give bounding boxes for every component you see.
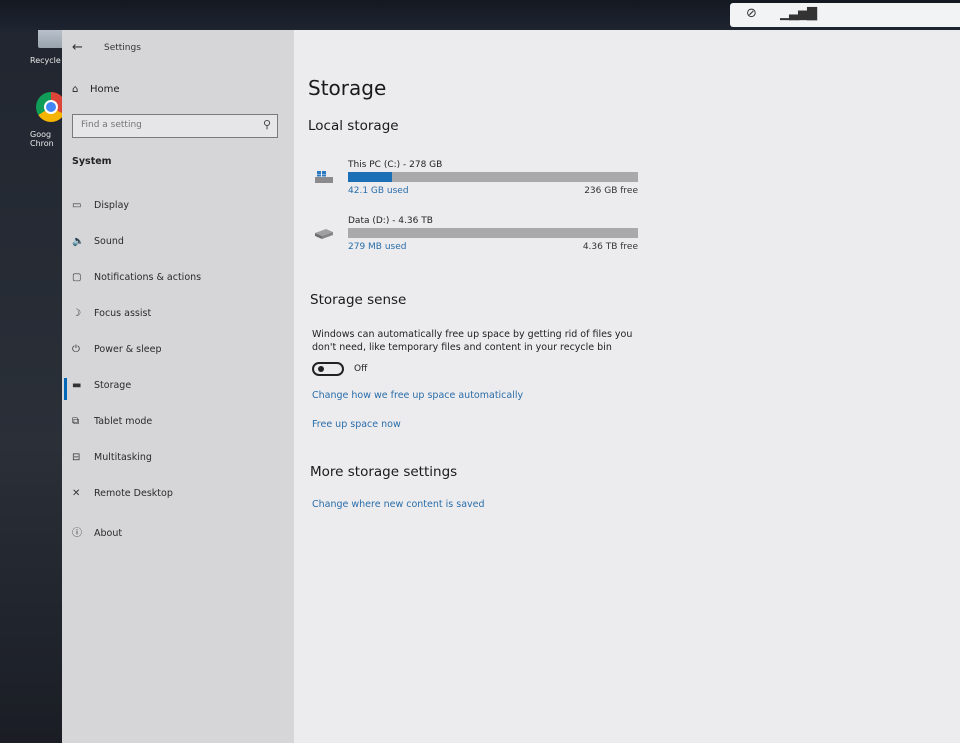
usage-bar — [348, 172, 638, 182]
nav-item-label: Notifications & actions — [94, 272, 202, 283]
nav-section-title: System — [72, 156, 112, 167]
window-title: Settings — [104, 43, 141, 53]
windows-drive-icon — [315, 171, 333, 183]
nav-item-label: Tablet mode — [94, 416, 153, 427]
nav-item-label: About — [94, 528, 123, 539]
nav-item-tablet-mode[interactable]: ⧉ Tablet mode — [72, 416, 282, 436]
home-icon: ⌂ — [72, 84, 79, 95]
storage-sense-toggle[interactable] — [312, 362, 344, 376]
free-up-space-now-link[interactable]: Free up space now — [312, 419, 401, 430]
nav-item-label: Display — [94, 200, 130, 211]
nav-item-remote-desktop[interactable]: ✕ Remote Desktop — [72, 488, 282, 508]
search-box[interactable]: ⚲ — [72, 114, 278, 138]
drive-icon — [315, 229, 333, 239]
drive-used: 279 MB used — [348, 242, 407, 252]
nav-item-storage[interactable]: ▬ Storage — [72, 380, 282, 400]
back-arrow-icon[interactable]: ← — [72, 40, 83, 55]
display-icon: ▭ — [72, 200, 82, 211]
remote-desktop-icon: ✕ — [72, 488, 81, 499]
search-icon[interactable]: ⚲ — [263, 118, 271, 131]
nav-item-sound[interactable]: 🔈 Sound — [72, 236, 282, 256]
system-tray: ⊘ ▁▃▅▇ — [730, 3, 960, 27]
desktop: Recycle Goog Chron — [0, 0, 66, 743]
nav-item-label: Multitasking — [94, 452, 152, 463]
top-bar: ⊘ ▁▃▅▇ — [0, 0, 960, 30]
selected-indicator — [64, 378, 67, 400]
nav-item-label: Sound — [94, 236, 124, 247]
multitasking-icon: ⊟ — [72, 452, 81, 463]
power-icon: ⏻ — [72, 344, 80, 355]
drive-name: Data (D:) - 4.36 TB — [348, 216, 433, 226]
usage-bar-fill — [348, 172, 392, 182]
tablet-mode-icon: ⧉ — [72, 416, 80, 427]
storage-sense-heading: Storage sense — [310, 292, 407, 308]
drive-free: 236 GB free — [584, 186, 638, 196]
change-new-content-location-link[interactable]: Change where new content is saved — [312, 499, 485, 510]
info-icon: ⓘ — [72, 528, 82, 539]
usage-bar — [348, 228, 638, 238]
nav-item-label: Remote Desktop — [94, 488, 173, 499]
nav-item-display[interactable]: ▭ Display — [72, 200, 282, 220]
nav-item-focus-assist[interactable]: ☽ Focus assist — [72, 308, 282, 328]
more-storage-heading: More storage settings — [310, 464, 458, 480]
drive-d[interactable]: Data (D:) - 4.36 TB 279 MB used 4.36 TB … — [308, 216, 648, 266]
home-label: Home — [90, 84, 120, 95]
drive-free: 4.36 TB free — [582, 242, 638, 252]
signal-bars-icon[interactable]: ▁▃▅▇ — [780, 6, 817, 21]
toggle-knob — [318, 366, 324, 372]
toggle-state-label: Off — [354, 364, 368, 374]
notifications-icon: ▢ — [72, 272, 82, 283]
change-free-up-space-link[interactable]: Change how we free up space automaticall… — [312, 390, 523, 401]
sound-icon: 🔈 — [72, 236, 85, 247]
nav-item-label: Power & sleep — [94, 344, 162, 355]
search-input[interactable] — [81, 120, 251, 130]
nav-item-notifications[interactable]: ▢ Notifications & actions — [72, 272, 282, 292]
nav-item-label: Storage — [94, 380, 132, 391]
nav-item-power-sleep[interactable]: ⏻ Power & sleep — [72, 344, 282, 364]
drive-name: This PC (C:) - 278 GB — [348, 160, 443, 170]
focus-assist-icon: ☽ — [72, 308, 81, 319]
settings-window: ← Settings ⌂ Home ⚲ System ▭ Display 🔈 Soun… — [62, 30, 960, 743]
nav-item-label: Focus assist — [94, 308, 152, 319]
network-disconnected-icon[interactable]: ⊘ — [746, 6, 757, 21]
storage-icon: ▬ — [72, 380, 82, 391]
storage-sense-description: Windows can automatically free up space … — [312, 329, 633, 353]
page-title: Storage — [308, 76, 387, 100]
nav-item-about[interactable]: ⓘ About — [72, 524, 282, 544]
nav-home[interactable]: ⌂ Home — [72, 84, 120, 95]
nav-item-multitasking[interactable]: ⊟ Multitasking — [72, 452, 282, 472]
local-storage-heading: Local storage — [308, 118, 399, 134]
drive-used: 42.1 GB used — [348, 186, 409, 196]
drive-c[interactable]: This PC (C:) - 278 GB 42.1 GB used 236 G… — [308, 160, 648, 210]
settings-nav: ← Settings ⌂ Home ⚲ System ▭ Display 🔈 Soun… — [62, 30, 294, 743]
